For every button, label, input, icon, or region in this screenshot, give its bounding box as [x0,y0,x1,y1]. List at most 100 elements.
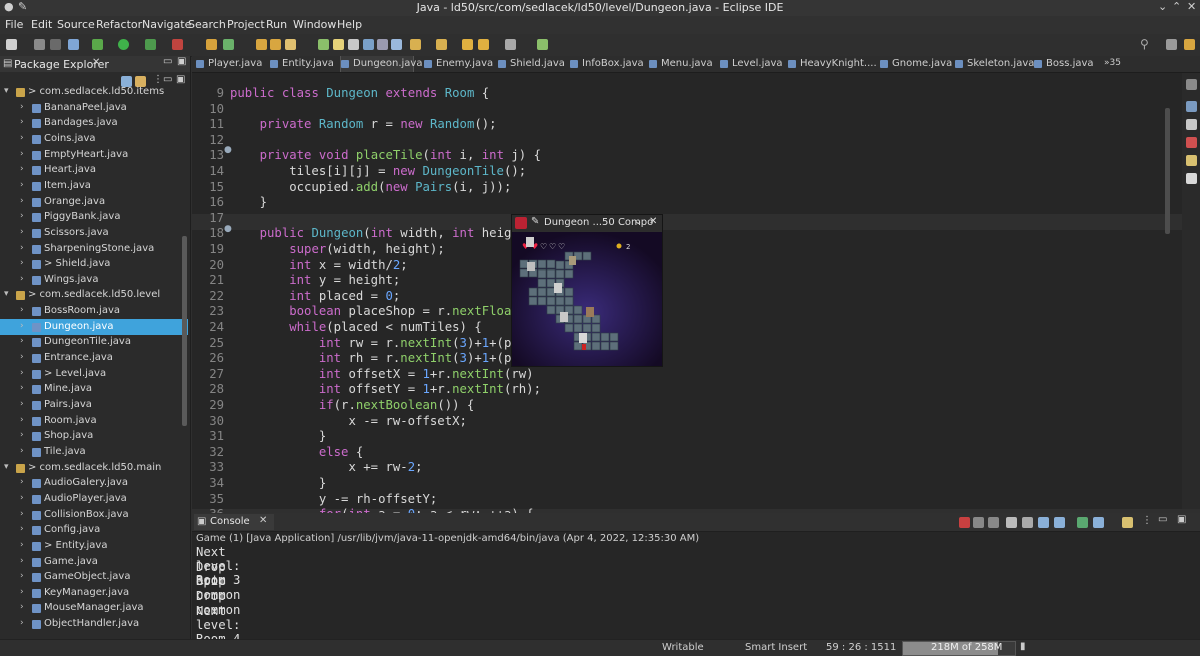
remove-launch-icon[interactable] [973,517,984,528]
file-node[interactable]: › Game.java [0,554,188,570]
chevron-right-icon[interactable]: › [20,493,24,503]
code-line[interactable]: if(r.nextBoolean()) { [230,398,475,412]
new-package-icon[interactable] [223,39,234,50]
chevron-right-icon[interactable]: › [20,196,24,206]
code-line[interactable]: public class Dungeon extends Room { [230,86,489,100]
chevron-down-icon[interactable]: ▾ [4,86,9,96]
file-node[interactable]: › ObjectHandler.java [0,616,188,632]
file-node[interactable]: › PiggyBank.java [0,209,188,225]
menu-navigate[interactable]: Navigate [142,18,191,31]
minimize-icon[interactable]: ⌄ [1158,0,1167,13]
chevron-right-icon[interactable]: › [20,430,24,440]
show-whitespace-icon[interactable] [377,39,388,50]
file-node[interactable]: › Orange.java [0,194,188,210]
game-minimize-icon[interactable]: ⌄ [634,216,642,227]
toggle-breadcrumb-icon[interactable] [391,39,402,50]
chevron-right-icon[interactable]: › [20,368,24,378]
code-line[interactable]: tiles[i][j] = new DungeonTile(); [230,164,526,178]
debug-icon[interactable] [92,39,103,50]
code-line[interactable]: public Dungeon(int width, int height, [230,226,534,240]
package-node[interactable]: ▾ > com.sedlacek.ld50.items [0,84,188,100]
javadoc-icon[interactable] [1186,155,1197,166]
pin-console-icon[interactable] [1077,517,1088,528]
code-line[interactable]: private void placeTile(int i, int j) { [230,148,541,162]
open-perspective-icon[interactable] [1166,39,1177,50]
chevron-right-icon[interactable]: › [20,602,24,612]
package-node[interactable]: ▾ > com.sedlacek.ld50.main [0,460,188,476]
file-node[interactable]: › Shop.java [0,428,188,444]
file-node[interactable]: › Pairs.java [0,397,188,413]
file-node[interactable]: › BananaPeel.java [0,100,188,116]
word-wrap-icon[interactable] [348,39,359,50]
game-window[interactable]: ✎ Dungeon ...50 Compo ⌄ ✕ ♥ ♥ ♡ ♡ ♡ 2 [511,214,663,367]
file-node[interactable]: › Scissors.java [0,225,188,241]
show-stdout-icon[interactable] [1054,517,1065,528]
garbage-collect-icon[interactable]: ▮ [1020,641,1026,652]
scroll-lock-icon[interactable] [1022,517,1033,528]
remove-all-icon[interactable] [988,517,999,528]
chevron-down-icon[interactable]: ▾ [4,289,9,299]
chevron-right-icon[interactable]: › [20,305,24,315]
game-close-icon[interactable]: ✕ [649,216,657,227]
editor-tab[interactable]: Dungeon.java [340,56,422,72]
open-task-icon[interactable] [270,39,281,50]
chevron-right-icon[interactable]: › [20,587,24,597]
file-node[interactable]: › > Level.java [0,366,188,382]
menu-refactor[interactable]: Refactor [96,18,142,31]
editor-tab[interactable]: Enemy.java [424,56,496,72]
tree-scrollbar[interactable] [182,236,187,426]
java-perspective-icon[interactable] [1184,39,1195,50]
console-close-icon[interactable]: ✕ [259,515,267,526]
game-canvas[interactable]: ♥ ♥ ♡ ♡ ♡ 2 [512,232,662,366]
chevron-right-icon[interactable]: › [20,211,24,221]
clear-console-icon[interactable] [1006,517,1017,528]
annotation-next-icon[interactable] [318,39,329,50]
code-line[interactable]: } [230,195,267,209]
file-node[interactable]: › EmptyHeart.java [0,147,188,163]
next-annotation-icon[interactable] [410,39,421,50]
file-node[interactable]: › Coins.java [0,131,188,147]
file-node[interactable]: › DungeonTile.java [0,334,188,350]
last-edit-icon[interactable] [462,39,473,50]
chevron-right-icon[interactable]: › [20,446,24,456]
chevron-right-icon[interactable]: › [20,133,24,143]
console-tab[interactable]: ▣ Console ✕ [194,514,274,530]
console-minimize-icon[interactable]: ▭ [1158,514,1167,525]
word-wrap-console-icon[interactable] [1038,517,1049,528]
file-node[interactable]: › CollisionBox.java [0,507,188,523]
editor-tab[interactable]: Menu.java [649,56,721,72]
maximize-view-icon[interactable]: ▣ [177,56,186,67]
chevron-right-icon[interactable]: › [20,180,24,190]
menu-search[interactable]: Search [188,18,226,31]
editor-scrollbar[interactable] [1165,108,1170,234]
menu-edit[interactable]: Edit [31,18,52,31]
chevron-right-icon[interactable]: › [20,149,24,159]
terminate-icon[interactable] [959,517,970,528]
chevron-right-icon[interactable]: › [20,336,24,346]
file-node[interactable]: › Tile.java [0,444,188,460]
search-tool-icon[interactable] [285,39,296,50]
chevron-right-icon[interactable]: › [20,352,24,362]
heap-status[interactable]: 218M of 258M [902,641,1016,656]
external-tools-icon[interactable] [172,39,183,50]
close-view-icon[interactable]: ✕ [92,57,100,68]
coverage-icon[interactable] [145,39,156,50]
chevron-right-icon[interactable]: › [20,540,24,550]
search-icon[interactable]: ⚲ [1140,37,1149,51]
chevron-right-icon[interactable]: › [20,243,24,253]
forward-icon[interactable] [505,39,516,50]
file-node[interactable]: › KeyManager.java [0,585,188,601]
file-node[interactable]: › Dungeon.java [0,318,188,335]
mark-occurrences-icon[interactable] [333,39,344,50]
file-node[interactable]: › Entrance.java [0,350,188,366]
chevron-right-icon[interactable]: › [20,415,24,425]
chevron-right-icon[interactable]: › [20,227,24,237]
file-node[interactable]: › Bandages.java [0,115,188,131]
terminal-icon[interactable] [537,39,548,50]
save-icon[interactable] [34,39,45,50]
chevron-right-icon[interactable]: › [20,571,24,581]
file-node[interactable]: › Config.java [0,522,188,538]
editor-tab[interactable]: Player.java [196,56,268,72]
console-menu-icon[interactable]: ⋮ [1142,515,1152,526]
chevron-down-icon[interactable]: ▾ [4,462,9,472]
